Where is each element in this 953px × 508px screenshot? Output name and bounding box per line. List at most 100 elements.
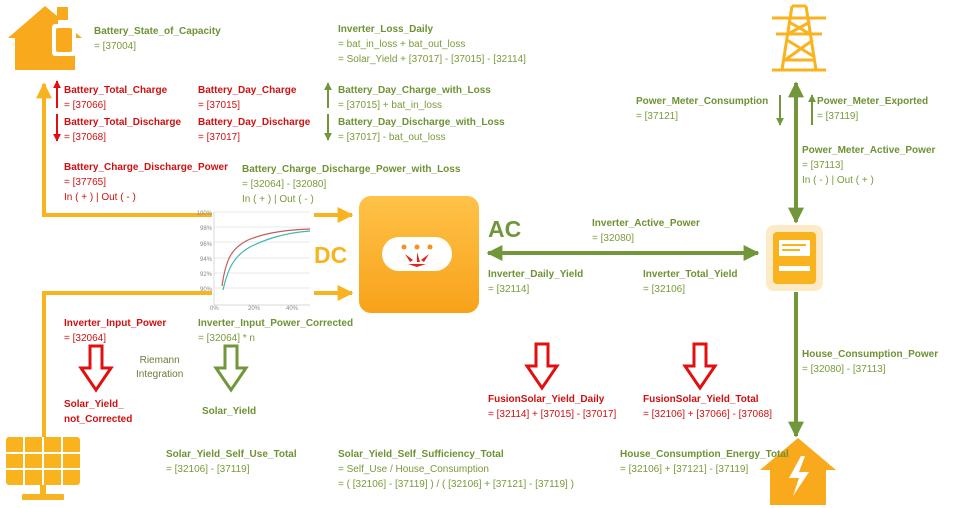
riemann-line1: Riemann — [139, 355, 180, 366]
grid-tower-icon — [772, 4, 826, 72]
inverter-active-power-formula: = [32080] — [592, 233, 634, 244]
battery-soc-title: Battery_State_of_Capacity — [94, 26, 221, 37]
meter-consumption-title: Power_Meter_Consumption — [636, 96, 769, 107]
battery-total-charge-title: Battery_Total_Charge — [64, 85, 168, 96]
chart-y-tick: 92% — [199, 272, 212, 279]
battery-cd-power-note: In ( + ) | Out ( - ) — [64, 192, 136, 203]
battery-soc-formula: = [37004] — [94, 41, 136, 52]
meter-active-power-formula: = [37113] — [802, 160, 844, 171]
solar-self-sufficiency-line1: = Self_Use / House_Consumption — [338, 464, 489, 475]
battery-cd-power-loss-block: Battery_Charge_Discharge_Power_with_Loss… — [242, 162, 460, 207]
solar-yield-label: Solar_Yield — [202, 406, 257, 417]
solar-yield-not-corrected-line2: not_Corrected — [64, 414, 133, 425]
battery-day-discharge-block: Battery_Day_Discharge = [37017] — [198, 115, 310, 145]
battery-cd-power-loss-formula: = [32064] - [32080] — [242, 179, 327, 190]
battery-total-discharge-formula: = [37068] — [64, 132, 106, 143]
house-consumption-power-formula: = [32080] - [37113] — [802, 364, 886, 375]
house-consumption-energy-title: House_Consumption_Energy_Total — [620, 449, 789, 460]
solar-self-use-title: Solar_Yield_Self_Use_Total — [166, 449, 297, 460]
dc-label: DC — [314, 242, 348, 268]
inverter-input-power-title: Inverter_Input_Power — [64, 318, 167, 329]
solar-self-sufficiency-block: Solar_Yield_Self_Sufficiency_Total = Sel… — [338, 447, 574, 492]
meter-active-power-block: Power_Meter_Active_Power = [37113] In ( … — [802, 143, 935, 188]
fusion-daily-arrow — [524, 342, 560, 391]
fusion-yield-total-title: FusionSolar_Yield_Total — [643, 394, 759, 405]
chart-x-tick: 20% — [248, 306, 261, 312]
inverter-total-yield-block: Inverter_Total_Yield = [32106] — [643, 267, 737, 297]
inverter-loss-daily-line2: = Solar_Yield + [37017] - [37015] - [321… — [338, 54, 526, 65]
chart-y-tick: 90% — [199, 287, 212, 294]
battery-cd-power-title: Battery_Charge_Discharge_Power — [64, 162, 228, 173]
chart-y-tick: 94% — [199, 256, 212, 263]
chart-y-tick: 100% — [196, 211, 212, 217]
battery-day-charge-loss-block: Battery_Day_Charge_with_Loss = [37015] +… — [338, 83, 491, 113]
battery-cd-power-formula: = [37765] — [64, 177, 106, 188]
chart-x-tick: 0% — [210, 306, 219, 312]
inverter-input-power-block: Inverter_Input_Power = [32064] — [64, 316, 166, 346]
meter-exported-block: Power_Meter_Exported = [37119] — [817, 94, 928, 124]
efficiency-chart — [212, 205, 314, 312]
solar-self-sufficiency-line2: = ( [32106] - [37119] ) / ( [32106] + [3… — [338, 479, 574, 490]
battery-day-charge-formula: = [37015] — [198, 100, 240, 111]
battery-soc-block: Battery_State_of_Capacity = [37004] — [94, 24, 221, 54]
meter-consumption-block: Power_Meter_Consumption = [37121] — [636, 94, 768, 124]
solar-self-use-block: Solar_Yield_Self_Use_Total = [32106] - [… — [166, 447, 297, 477]
chart-x-tick: 40% — [286, 306, 299, 312]
inverter-input-power-corrected-block: Inverter_Input_Power_Corrected = [32064]… — [198, 316, 353, 346]
inverter-active-power-block: Inverter_Active_Power = [32080] — [592, 216, 700, 246]
battery-day-charge-title: Battery_Day_Charge — [198, 85, 297, 96]
ac-label: AC — [488, 216, 522, 242]
house-consumption-energy-formula: = [32106] + [37121] - [37119] — [620, 464, 749, 475]
fusion-yield-total-block: FusionSolar_Yield_Total = [32106] + [370… — [643, 392, 772, 422]
chart-y-tick: 98% — [199, 226, 212, 233]
inverter-input-power-corrected-formula: = [32064] * n — [198, 333, 255, 344]
meter-active-power-note: In ( - ) | Out ( + ) — [802, 175, 874, 186]
riemann-line2: Integration — [136, 369, 184, 380]
solar-yield-arrow — [213, 344, 249, 393]
chart-y-tick: 96% — [199, 241, 212, 248]
battery-total-discharge-block: Battery_Total_Discharge = [37068] — [64, 115, 181, 145]
solar-panel-icon — [6, 437, 80, 500]
battery-cd-power-loss-title: Battery_Charge_Discharge_Power_with_Loss — [242, 164, 461, 175]
battery-day-discharge-loss-block: Battery_Day_Discharge_with_Loss = [37017… — [338, 115, 505, 145]
riemann-integration-label: Riemann Integration — [136, 354, 183, 382]
inverter-daily-yield-block: Inverter_Daily_Yield = [32114] — [488, 267, 583, 297]
inverter-loss-daily-block: Inverter_Loss_Daily = bat_in_loss + bat_… — [338, 22, 526, 67]
house-consumption-power-title: House_Consumption_Power — [802, 349, 939, 360]
fusion-yield-daily-title: FusionSolar_Yield_Daily — [488, 394, 605, 405]
battery-cd-power-loss-note: In ( + ) | Out ( - ) — [242, 194, 314, 205]
fusion-yield-daily-block: FusionSolar_Yield_Daily = [32114] + [370… — [488, 392, 616, 422]
power-meter-icon — [766, 225, 823, 291]
battery-day-discharge-loss-formula: = [37017] - bat_out_loss — [338, 132, 446, 143]
battery-total-charge-formula: = [37066] — [64, 100, 106, 111]
battery-cd-power-block: Battery_Charge_Discharge_Power = [37765]… — [64, 160, 228, 205]
battery-day-charge-loss-title: Battery_Day_Charge_with_Loss — [338, 85, 491, 96]
house-consumption-energy-block: House_Consumption_Energy_Total = [32106]… — [620, 447, 789, 477]
battery-day-charge-loss-formula: = [37015] + bat_in_loss — [338, 100, 442, 111]
inverter-input-power-corrected-title: Inverter_Input_Power_Corrected — [198, 318, 354, 329]
fusion-yield-daily-formula: = [32114] + [37015] - [37017] — [488, 409, 617, 420]
battery-day-charge-block: Battery_Day_Charge = [37015] — [198, 83, 296, 113]
inverter-active-power-title: Inverter_Active_Power — [592, 218, 700, 229]
battery-day-discharge-formula: = [37017] — [198, 132, 240, 143]
meter-consumption-formula: = [37121] — [636, 111, 678, 122]
inverter-loss-daily-line1: = bat_in_loss + bat_out_loss — [338, 39, 466, 50]
fusion-total-arrow — [682, 342, 718, 391]
not-corrected-arrow — [78, 344, 114, 393]
battery-day-discharge-loss-title: Battery_Day_Discharge_with_Loss — [338, 117, 505, 128]
solar-self-sufficiency-title: Solar_Yield_Self_Sufficiency_Total — [338, 449, 504, 460]
house-consumption-power-block: House_Consumption_Power = [32080] - [371… — [802, 347, 938, 377]
inverter-input-power-formula: = [32064] — [64, 333, 106, 344]
battery-total-charge-block: Battery_Total_Charge = [37066] — [64, 83, 167, 113]
inverter-daily-yield-formula: = [32114] — [488, 284, 530, 295]
solar-yield-not-corrected-block: Solar_Yield_ not_Corrected — [64, 397, 132, 427]
battery-total-discharge-title: Battery_Total_Discharge — [64, 117, 182, 128]
meter-exported-formula: = [37119] — [817, 111, 859, 122]
solar-yield-not-corrected-line1: Solar_Yield_ — [64, 399, 124, 410]
inverter-daily-yield-title: Inverter_Daily_Yield — [488, 269, 584, 280]
meter-exported-title: Power_Meter_Exported — [817, 96, 929, 107]
solar-self-use-formula: = [32106] - [37119] — [166, 464, 250, 475]
inverter-total-yield-title: Inverter_Total_Yield — [643, 269, 738, 280]
inverter-loss-daily-title: Inverter_Loss_Daily — [338, 24, 434, 35]
inverter-total-yield-formula: = [32106] — [643, 284, 685, 295]
